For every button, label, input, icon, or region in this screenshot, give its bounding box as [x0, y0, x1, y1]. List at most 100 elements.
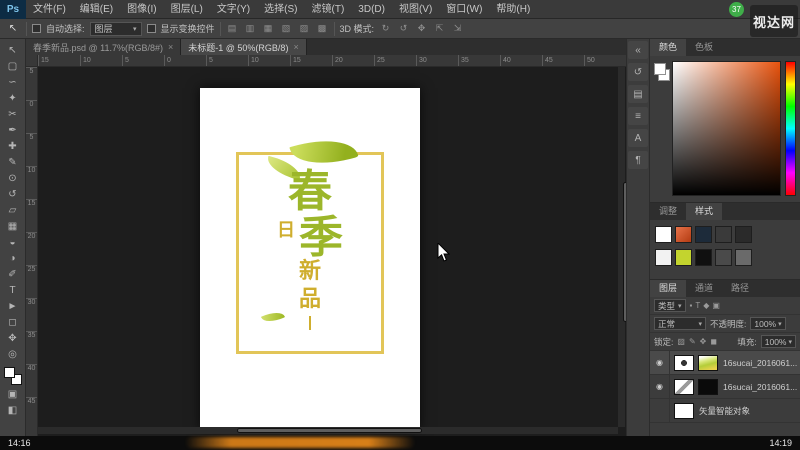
menu-view[interactable]: 视图(V)	[392, 0, 439, 19]
history-brush-tool[interactable]: ↺	[2, 186, 24, 202]
menu-layer[interactable]: 图层(L)	[164, 0, 210, 19]
marquee-tool[interactable]: ▢	[2, 58, 24, 74]
filter-pixel-icon[interactable]: ▪	[690, 301, 693, 310]
auto-select-checkbox[interactable]	[32, 24, 41, 33]
menu-window[interactable]: 窗口(W)	[439, 0, 489, 19]
quick-selection-tool[interactable]: ✦	[2, 90, 24, 106]
character-panel-icon[interactable]: A	[628, 129, 648, 147]
align-middle-icon[interactable]: ▥	[244, 23, 257, 34]
current-tool-icon[interactable]: ↖	[5, 23, 21, 34]
move-tool[interactable]: ↖	[2, 42, 24, 58]
layer-row[interactable]: ◉ 16sucai_2016061...	[650, 375, 800, 399]
eyedropper-tool[interactable]: ✒	[2, 122, 24, 138]
opacity-input[interactable]: 100% ▾	[750, 317, 786, 330]
3d-drag-icon[interactable]: ✥	[415, 23, 428, 34]
crop-tool[interactable]: ✂	[2, 106, 24, 122]
style-swatch[interactable]	[735, 226, 752, 243]
hue-slider[interactable]	[785, 61, 796, 196]
lock-all-icon[interactable]: ◼	[710, 337, 717, 346]
menu-edit[interactable]: 编辑(E)	[73, 0, 120, 19]
shape-tool[interactable]: ◻	[2, 314, 24, 330]
menu-file[interactable]: 文件(F)	[26, 0, 73, 19]
layer-row[interactable]: ◉ 16sucai_2016061...	[650, 351, 800, 375]
style-swatch[interactable]	[695, 249, 712, 266]
tab-styles[interactable]: 样式	[686, 203, 723, 220]
layer-row[interactable]: 矢量智能对象	[650, 399, 800, 423]
blend-mode-dropdown[interactable]: 正常 ▾	[654, 317, 706, 330]
healing-brush-tool[interactable]: ✚	[2, 138, 24, 154]
clone-stamp-tool[interactable]: ⊙	[2, 170, 24, 186]
3d-slide-icon[interactable]: ⇱	[433, 23, 446, 34]
lock-transparency-icon[interactable]: ▨	[677, 337, 685, 346]
expand-panels-icon[interactable]: «	[628, 41, 648, 59]
dodge-tool[interactable]: ◑	[2, 250, 24, 266]
menu-filter[interactable]: 滤镜(T)	[305, 0, 352, 19]
align-bottom-icon[interactable]: ▦	[262, 23, 275, 34]
hand-tool[interactable]: ✥	[2, 330, 24, 346]
eraser-tool[interactable]: ▱	[2, 202, 24, 218]
style-swatch[interactable]	[675, 249, 692, 266]
notification-badge[interactable]: 37	[729, 2, 744, 17]
lock-paint-icon[interactable]: ✎	[689, 337, 696, 346]
layer-thumbnail[interactable]	[674, 378, 694, 395]
tab-layers[interactable]: 图层	[650, 280, 687, 297]
fill-input[interactable]: 100% ▾	[760, 335, 796, 348]
style-swatch[interactable]	[655, 226, 672, 243]
visibility-eye-empty[interactable]	[650, 399, 670, 422]
style-swatch[interactable]	[735, 249, 752, 266]
scrollbar-thumb[interactable]	[237, 428, 422, 433]
menu-select[interactable]: 选择(S)	[257, 0, 304, 19]
3d-rotate-icon[interactable]: ↻	[379, 23, 392, 34]
3d-scale-icon[interactable]: ⇲	[451, 23, 464, 34]
style-swatch[interactable]	[675, 226, 692, 243]
close-icon[interactable]: ×	[168, 42, 173, 52]
align-top-icon[interactable]: ▤	[226, 23, 239, 34]
close-icon[interactable]: ×	[293, 42, 298, 52]
layer-name[interactable]: 16sucai_2016061...	[723, 358, 797, 368]
visibility-eye-icon[interactable]: ◉	[650, 351, 670, 374]
align-left-icon[interactable]: ▧	[280, 23, 293, 34]
lock-position-icon[interactable]: ✥	[700, 337, 707, 346]
visibility-eye-icon[interactable]: ◉	[650, 375, 670, 398]
tab-channels[interactable]: 通道	[686, 280, 722, 297]
tab-untitled-1[interactable]: 未标题-1 @ 50%(RGB/8) ×	[181, 39, 307, 55]
screen-mode-icon[interactable]: ◧	[2, 402, 24, 418]
paragraph-panel-icon[interactable]: ¶	[628, 151, 648, 169]
lasso-tool[interactable]: ∽	[2, 74, 24, 90]
foreground-color-swatch[interactable]	[654, 63, 666, 75]
style-swatch[interactable]	[655, 249, 672, 266]
menu-image[interactable]: 图像(I)	[120, 0, 163, 19]
tab-spring-psd[interactable]: 春季新品.psd @ 11.7%(RGB/8#) ×	[26, 39, 182, 55]
tab-color[interactable]: 颜色	[650, 39, 687, 56]
gradient-tool[interactable]: ▦	[2, 218, 24, 234]
tab-swatches[interactable]: 色板	[686, 39, 722, 56]
saturation-brightness-picker[interactable]	[672, 61, 781, 196]
filter-smart-icon[interactable]: ▣	[712, 301, 720, 310]
zoom-tool[interactable]: ◎	[2, 346, 24, 362]
layer-thumbnail[interactable]	[698, 354, 718, 371]
menu-3d[interactable]: 3D(D)	[351, 0, 392, 19]
ruler-origin-corner[interactable]	[26, 55, 38, 67]
canvas-document[interactable]: 春 日 季 新 品	[200, 88, 420, 430]
3d-roll-icon[interactable]: ↺	[397, 23, 410, 34]
properties-panel-icon[interactable]: ▤	[628, 85, 648, 103]
path-selection-tool[interactable]: ►	[2, 298, 24, 314]
align-right-icon[interactable]: ▩	[316, 23, 329, 34]
tab-adjustments[interactable]: 调整	[650, 203, 686, 220]
vertical-scrollbar[interactable]	[618, 67, 628, 427]
history-panel-icon[interactable]: ↺	[628, 63, 648, 81]
style-swatch[interactable]	[715, 249, 732, 266]
style-swatch[interactable]	[695, 226, 712, 243]
filter-shape-icon[interactable]: ◆	[703, 301, 709, 310]
align-center-icon[interactable]: ▨	[298, 23, 311, 34]
tab-paths[interactable]: 路径	[722, 280, 758, 297]
pen-tool[interactable]: ✐	[2, 266, 24, 282]
quick-mask-icon[interactable]: ▣	[2, 386, 24, 402]
menu-help[interactable]: 帮助(H)	[489, 0, 537, 19]
info-panel-icon[interactable]: ≡	[628, 107, 648, 125]
layer-name[interactable]: 16sucai_2016061...	[723, 382, 797, 392]
foreground-background-swatches[interactable]	[3, 366, 23, 386]
layer-thumbnail[interactable]	[674, 402, 694, 419]
brush-tool[interactable]: ✎	[2, 154, 24, 170]
show-transform-checkbox[interactable]	[146, 24, 156, 33]
